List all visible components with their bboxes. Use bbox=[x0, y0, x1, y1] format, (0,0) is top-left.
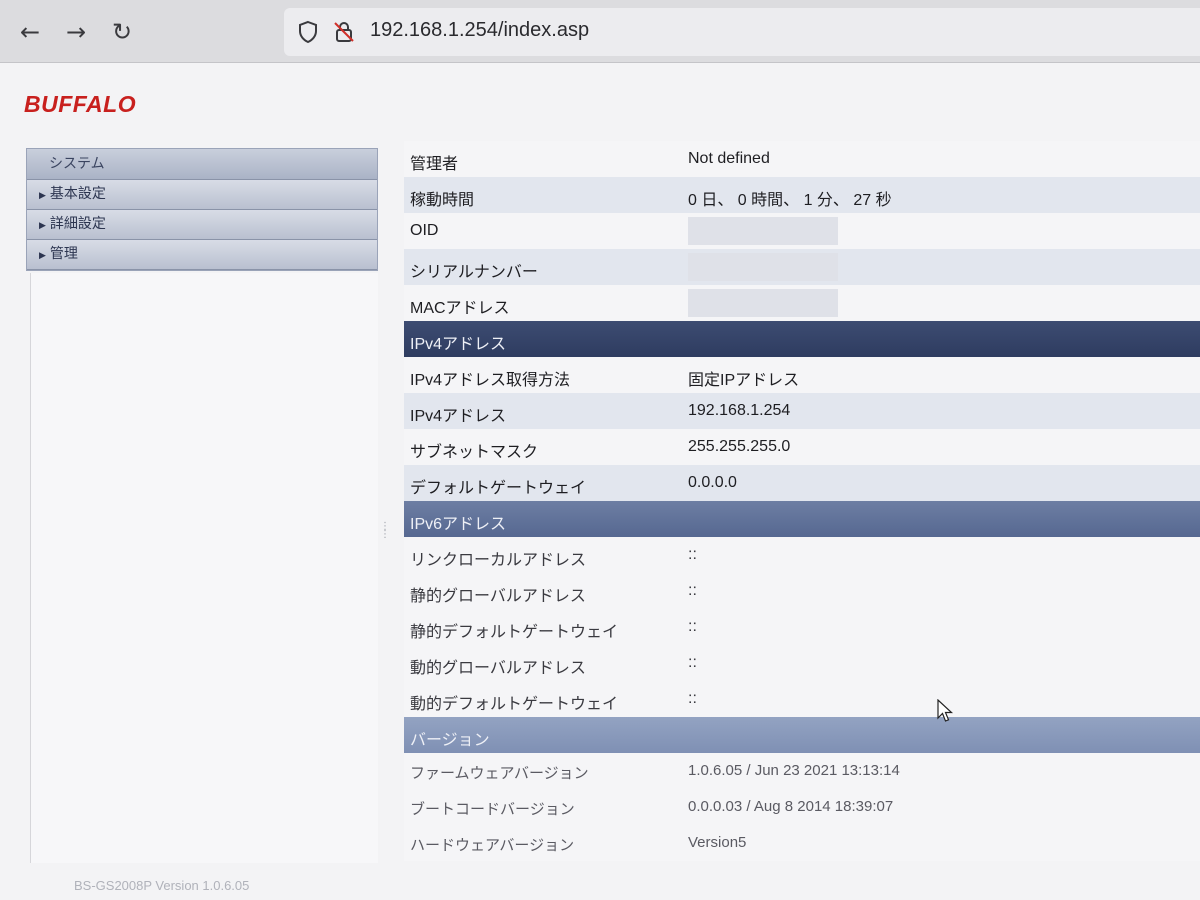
table-row: 静的デフォルトゲートウェイ :: bbox=[404, 609, 1200, 645]
row-label: 動的デフォルトゲートウェイ bbox=[410, 696, 619, 713]
back-arrow-icon[interactable]: ← bbox=[12, 14, 48, 50]
row-label: リンクローカルアドレス bbox=[410, 552, 587, 569]
row-label: 静的デフォルトゲートウェイ bbox=[410, 624, 619, 641]
section-title: バージョン bbox=[410, 732, 490, 749]
table-row: IPv4アドレス 192.168.1.254 bbox=[404, 393, 1200, 429]
mouse-cursor-icon bbox=[937, 699, 954, 722]
row-label: ハードウェアバージョン bbox=[410, 837, 575, 854]
sidebar-item-management[interactable]: ▶ 管理 bbox=[27, 240, 377, 270]
table-row: IPv4アドレス取得方法 固定IPアドレス bbox=[404, 357, 1200, 393]
page-body: BUFFALO システム ▶ 基本設定 ▶ 詳細設定 ▶ 管理 ⋮ ⋮ 管理者 Not … bbox=[0, 63, 1200, 900]
row-label: シリアルナンバー bbox=[410, 264, 538, 281]
table-row: サブネットマスク 255.255.255.0 bbox=[404, 429, 1200, 465]
row-label: サブネットマスク bbox=[410, 444, 539, 461]
table-row: シリアルナンバー bbox=[404, 249, 1200, 285]
table-row: 動的グローバルアドレス :: bbox=[404, 645, 1200, 681]
row-label: 静的グローバルアドレス bbox=[410, 588, 586, 605]
row-value: :: bbox=[688, 690, 697, 707]
row-label: 管理者 bbox=[410, 156, 459, 173]
row-value: :: bbox=[688, 654, 697, 671]
table-row: 動的デフォルトゲートウェイ :: bbox=[404, 681, 1200, 717]
sidebar-item-advanced-settings[interactable]: ▶ 詳細設定 bbox=[27, 210, 377, 240]
row-value: 1.0.6.05 / Jun 23 2021 13:13:14 bbox=[688, 762, 900, 779]
row-value: :: bbox=[688, 546, 697, 563]
triangle-right-icon: ▶ bbox=[39, 251, 46, 261]
row-label: ブートコードバージョン bbox=[410, 801, 575, 818]
row-label: 動的グローバルアドレス bbox=[410, 660, 586, 677]
triangle-right-icon: ▶ bbox=[39, 221, 46, 231]
sidebar-header-system[interactable]: システム bbox=[27, 149, 377, 180]
url-text[interactable]: 192.168.1.254/index.asp bbox=[370, 19, 589, 42]
row-value: 固定IPアドレス bbox=[688, 372, 800, 389]
row-value: 255.255.255.0 bbox=[688, 438, 791, 455]
row-value: 0 日、 0 時間、 1 分、 27 秒 bbox=[688, 192, 892, 209]
redacted-value bbox=[688, 253, 838, 281]
section-header-ipv6: IPv6アドレス bbox=[404, 501, 1200, 537]
row-value: :: bbox=[688, 582, 697, 599]
reload-icon[interactable]: ↻ bbox=[104, 14, 140, 50]
sidebar-panel bbox=[30, 273, 378, 863]
sidebar-item-label: 詳細設定 bbox=[49, 216, 106, 232]
row-value: Not defined bbox=[688, 150, 770, 167]
table-row: OID bbox=[404, 213, 1200, 249]
row-label: OID bbox=[410, 222, 439, 239]
redacted-value bbox=[688, 289, 838, 317]
section-header-version: バージョン bbox=[404, 717, 1200, 753]
buffalo-logo: BUFFALO bbox=[24, 91, 137, 117]
table-row: 稼動時間 0 日、 0 時間、 1 分、 27 秒 bbox=[404, 177, 1200, 213]
row-value: 0.0.0.0 bbox=[688, 474, 737, 491]
resize-handle[interactable]: ⋮ ⋮ bbox=[380, 522, 390, 553]
section-header-ipv4: IPv4アドレス bbox=[404, 321, 1200, 357]
triangle-right-icon: ▶ bbox=[39, 191, 46, 201]
row-label: デフォルトゲートウェイ bbox=[410, 480, 587, 497]
sidebar-item-basic-settings[interactable]: ▶ 基本設定 bbox=[27, 180, 377, 210]
status-table: 管理者 Not defined 稼動時間 0 日、 0 時間、 1 分、 27 … bbox=[404, 141, 1200, 861]
section-title: IPv4アドレス bbox=[410, 336, 507, 353]
shield-icon[interactable] bbox=[296, 20, 320, 44]
sidebar-item-label: 管理 bbox=[49, 246, 78, 262]
table-row: ハードウェアバージョン Version5 bbox=[404, 825, 1200, 861]
table-row: ファームウェアバージョン 1.0.6.05 / Jun 23 2021 13:1… bbox=[404, 753, 1200, 789]
table-row: MACアドレス bbox=[404, 285, 1200, 321]
table-row: デフォルトゲートウェイ 0.0.0.0 bbox=[404, 465, 1200, 501]
table-row: リンクローカルアドレス :: bbox=[404, 537, 1200, 573]
table-row: 管理者 Not defined bbox=[404, 141, 1200, 177]
redacted-value bbox=[688, 217, 838, 245]
row-value: Version5 bbox=[688, 834, 747, 851]
section-title: IPv6アドレス bbox=[410, 516, 507, 533]
address-bar[interactable]: 192.168.1.254/index.asp bbox=[284, 8, 1200, 56]
row-value: 0.0.0.03 / Aug 8 2014 18:39:07 bbox=[688, 798, 894, 815]
row-label: MACアドレス bbox=[410, 300, 510, 317]
sidebar-menu: システム ▶ 基本設定 ▶ 詳細設定 ▶ 管理 bbox=[26, 148, 378, 271]
sidebar-item-label: 基本設定 bbox=[49, 186, 106, 202]
insecure-lock-icon[interactable] bbox=[332, 20, 356, 44]
device-version-footer: BS-GS2008P Version 1.0.6.05 bbox=[74, 878, 250, 893]
forward-arrow-icon[interactable]: → bbox=[58, 14, 94, 50]
table-row: ブートコードバージョン 0.0.0.03 / Aug 8 2014 18:39:… bbox=[404, 789, 1200, 825]
row-label: 稼動時間 bbox=[410, 192, 475, 209]
row-label: IPv4アドレス bbox=[410, 408, 507, 425]
table-row: 静的グローバルアドレス :: bbox=[404, 573, 1200, 609]
row-label: ファームウェアバージョン bbox=[410, 765, 589, 782]
browser-toolbar: ← → ↻ 192.168.1.254/index.asp bbox=[0, 0, 1200, 63]
row-label: IPv4アドレス取得方法 bbox=[410, 372, 571, 389]
row-value: 192.168.1.254 bbox=[688, 402, 791, 419]
row-value: :: bbox=[688, 618, 697, 635]
